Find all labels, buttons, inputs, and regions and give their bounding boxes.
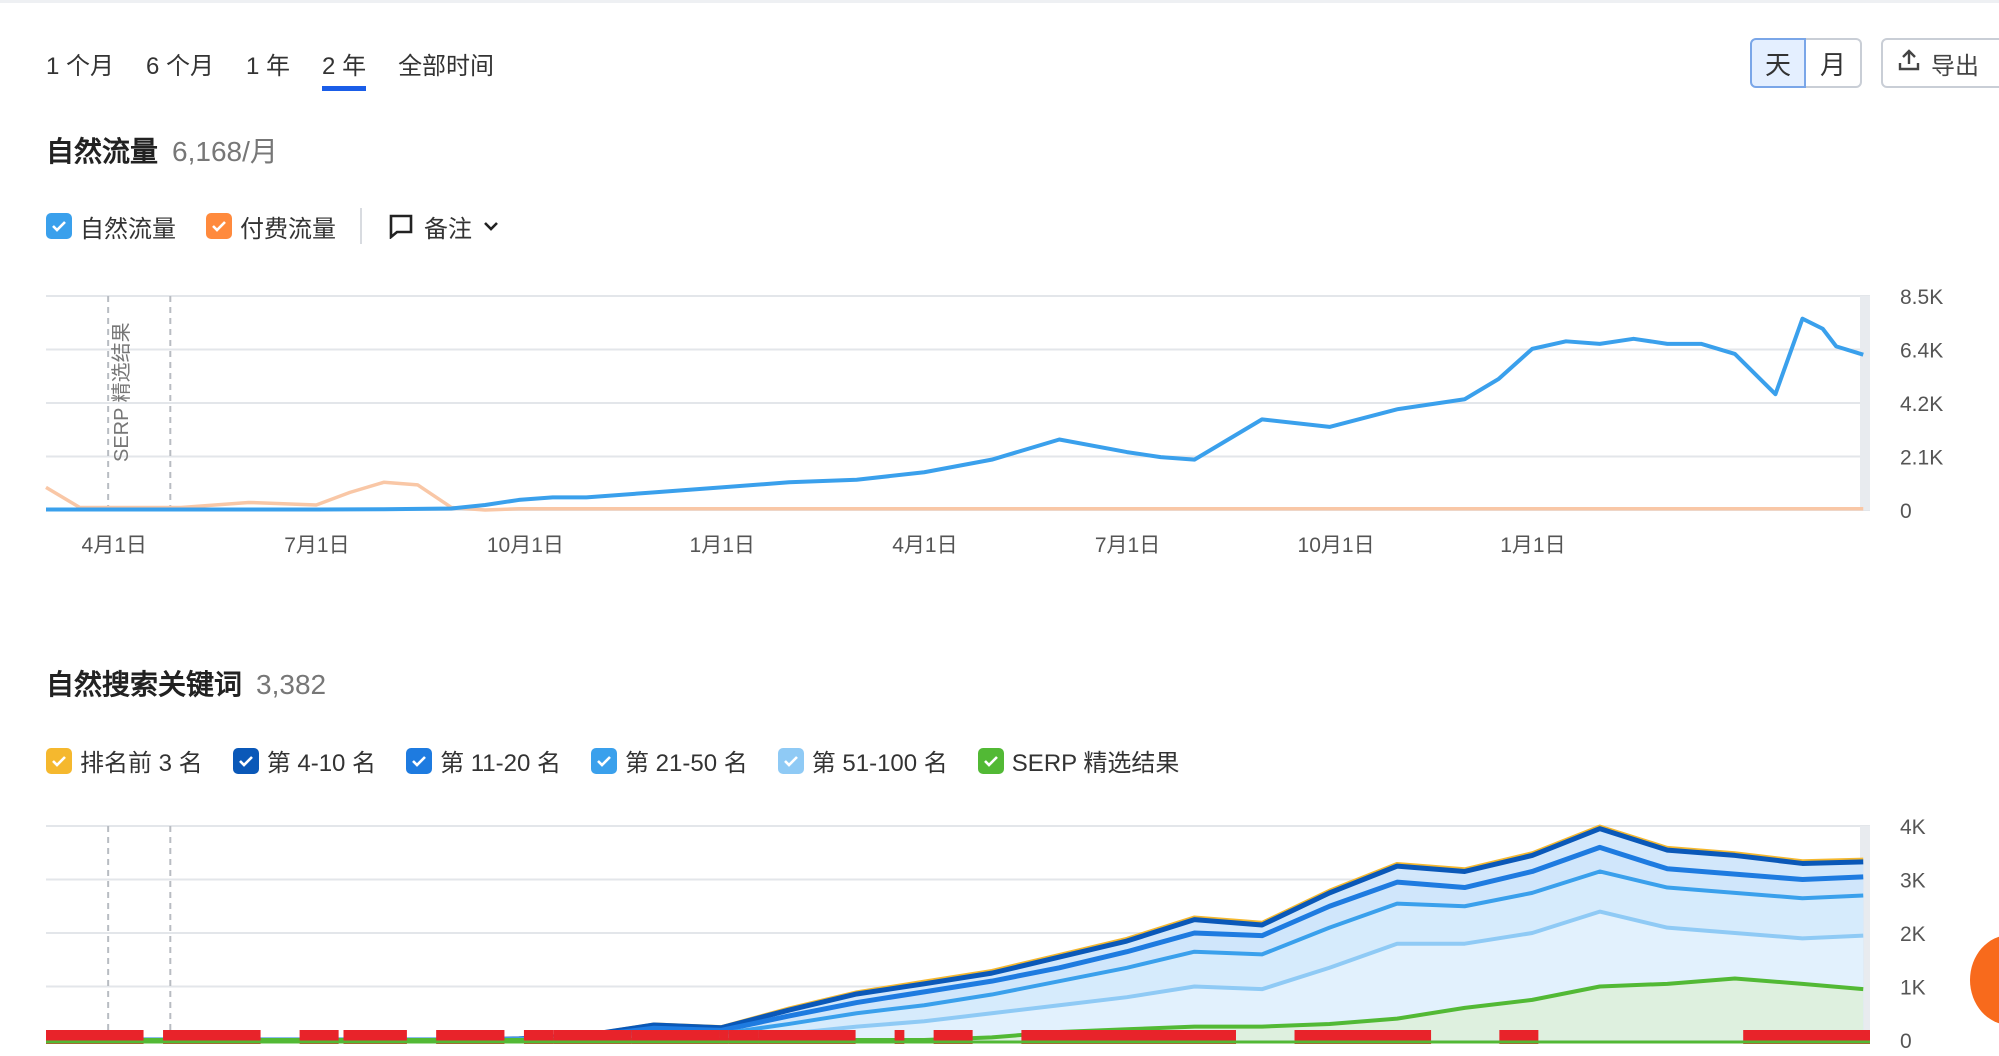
checkbox-checked-icon <box>46 747 72 774</box>
export-label: 导出 <box>1931 52 1979 80</box>
legend-51-100-label: 第 51-100 名 <box>811 750 948 777</box>
checkbox-checked-icon <box>977 747 1004 774</box>
day-button[interactable]: 天 <box>1750 38 1806 88</box>
checkbox-checked-icon <box>777 747 804 774</box>
tab-all-time[interactable]: 全部时间 <box>398 46 494 91</box>
tab-1-month[interactable]: 1 个月 <box>46 46 114 91</box>
notes-dropdown[interactable]: 备注 <box>388 209 500 244</box>
legend-organic[interactable]: 自然流量 <box>46 209 176 244</box>
legend-serp-label: SERP 精选结果 <box>1011 750 1180 777</box>
chevron-down-icon <box>482 217 500 235</box>
legend-4-10[interactable]: 第 4-10 名 <box>232 743 377 778</box>
checkbox-checked-icon <box>406 747 433 774</box>
y-tick-label: 2.1K <box>1900 447 1943 470</box>
top-border <box>0 0 1999 3</box>
legend-21-50[interactable]: 第 21-50 名 <box>591 743 748 778</box>
keywords-value: 3,382 <box>256 669 327 700</box>
y-tick-label: 0 <box>1900 500 1912 523</box>
legend-divider <box>360 208 362 244</box>
y-tick-label: 6.4K <box>1900 340 1943 363</box>
tab-2-years[interactable]: 2 年 <box>322 46 367 91</box>
traffic-legend: 自然流量 付费流量 备注 <box>46 208 530 244</box>
traffic-chart: 8.5K 6.4K 4.2K 2.1K 0 SERP 精选结果 4月1日 7月1日 10月1日 1… <box>45 286 1943 557</box>
y-tick-label: 4K <box>1900 816 1926 839</box>
legend-top3-label: 排名前 3 名 <box>80 750 203 777</box>
checkbox-checked-icon <box>232 747 259 774</box>
tab-1-year[interactable]: 1 年 <box>246 46 290 91</box>
traffic-value: 6,168/月 <box>172 136 278 167</box>
x-tick-label: 10月1日 <box>1298 534 1375 557</box>
series-line-organic <box>46 316 1864 512</box>
keywords-title: 自然搜索关键词 3,382 <box>46 663 326 703</box>
series-line-paid <box>45 480 1864 512</box>
notes-label: 备注 <box>424 215 472 243</box>
y-tick-label: 1K <box>1900 977 1926 1000</box>
range-handle[interactable] <box>1860 296 1870 510</box>
checkbox-checked-icon <box>591 747 617 774</box>
y-tick-label: 4.2K <box>1900 393 1943 416</box>
y-tick-label: 3K <box>1900 870 1926 893</box>
granularity-toggle: 天 月 <box>1750 38 1862 88</box>
legend-serp[interactable]: SERP 精选结果 <box>977 743 1180 778</box>
traffic-title: 自然流量 6,168/月 <box>46 130 278 170</box>
legend-21-50-label: 第 21-50 名 <box>625 750 748 777</box>
x-tick-label: 4月1日 <box>82 534 147 557</box>
traffic-title-text: 自然流量 <box>46 136 159 167</box>
checkbox-checked-icon <box>206 213 232 239</box>
keywords-title-text: 自然搜索关键词 <box>46 669 243 700</box>
keywords-legend: 排名前 3 名 第 4-10 名 第 11-20 名 第 21-50 名 第 5… <box>46 743 1209 778</box>
legend-paid-label: 付费流量 <box>240 215 336 243</box>
legend-51-100[interactable]: 第 51-100 名 <box>777 743 948 778</box>
checkbox-checked-icon <box>46 213 72 239</box>
upload-icon <box>1897 48 1921 79</box>
month-button[interactable]: 月 <box>1806 38 1862 88</box>
legend-top3[interactable]: 排名前 3 名 <box>46 743 203 778</box>
export-button[interactable]: 导出 <box>1881 38 1999 88</box>
x-tick-label: 1月1日 <box>1500 534 1565 557</box>
y-tick-label: 8.5K <box>1900 286 1943 309</box>
comment-icon <box>388 213 414 239</box>
legend-4-10-label: 第 4-10 名 <box>266 750 377 777</box>
x-tick-label: 1月1日 <box>690 534 755 557</box>
y-tick-label: 2K <box>1900 923 1926 946</box>
x-tick-label: 10月1日 <box>487 534 564 557</box>
legend-11-20[interactable]: 第 11-20 名 <box>406 743 561 778</box>
x-tick-label: 7月1日 <box>1095 534 1160 557</box>
legend-organic-label: 自然流量 <box>80 215 176 243</box>
serp-annotation-label: SERP 精选结果 <box>110 322 133 462</box>
x-tick-label: 7月1日 <box>284 534 349 557</box>
legend-paid[interactable]: 付费流量 <box>206 209 336 244</box>
legend-11-20-label: 第 11-20 名 <box>440 750 561 777</box>
x-tick-label: 4月1日 <box>892 534 957 557</box>
period-tabs: 1 个月 6 个月 1 年 2 年 全部时间 <box>46 46 526 91</box>
keywords-chart: 4K 3K 2K 1K 0 <box>46 816 1926 1053</box>
tab-6-months[interactable]: 6 个月 <box>146 46 214 91</box>
y-tick-label: 0 <box>1900 1030 1912 1053</box>
